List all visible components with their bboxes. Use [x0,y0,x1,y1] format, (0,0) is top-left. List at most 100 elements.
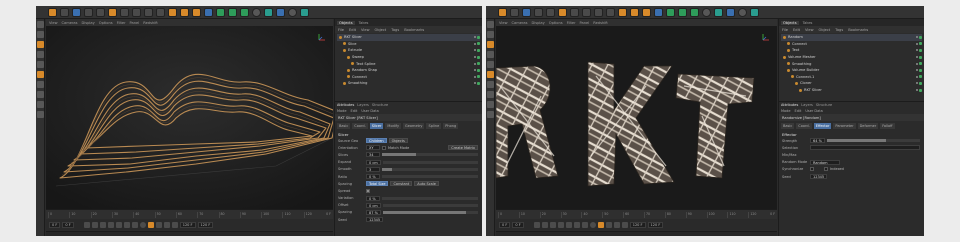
record-icon[interactable] [139,222,146,228]
object-row[interactable]: Connect [337,74,480,81]
tab-takes[interactable]: Takes [357,21,371,25]
next-frame-icon[interactable] [115,222,122,228]
visibility-toggles[interactable] [916,35,922,39]
live-selection-icon[interactable] [108,7,117,17]
end-frame-field[interactable]: 120 F [629,222,646,228]
go-to-start-icon[interactable] [533,222,540,228]
ratio-slider[interactable] [382,175,478,179]
redo-icon[interactable] [510,7,519,17]
axis-mode-icon[interactable] [486,81,494,88]
move-tool-icon[interactable] [72,7,81,17]
viewport-menu-cameras[interactable]: Cameras [512,21,528,25]
visibility-toggles[interactable] [916,48,922,52]
scale-tool-icon[interactable] [84,7,93,17]
object-row[interactable]: Sweep [337,54,480,61]
am-menu-mode[interactable]: Mode [781,109,791,113]
pen-spline-icon[interactable] [666,7,675,17]
object-row[interactable]: Slice [337,41,480,48]
visibility-toggles[interactable] [474,81,480,85]
object-row[interactable]: Connect [781,41,922,48]
deformer-icon[interactable] [702,7,711,17]
om-menu-edit[interactable]: Edit [349,28,356,32]
tab-structure[interactable]: Structure [372,103,388,107]
viewport-menu-panel[interactable]: Panel [130,21,140,25]
om-menu-bookmarks[interactable]: Bookmarks [404,28,424,32]
am-menu-edit[interactable]: Edit [795,109,802,113]
viewport-menu-filter[interactable]: Filter [117,21,126,25]
spread-checkbox[interactable] [366,188,370,193]
am-menu-edit[interactable]: Edit [351,109,358,113]
object-row[interactable]: Random Shap [337,67,480,74]
object-row[interactable]: Cloner [781,80,922,87]
tab-objects[interactable]: Objects [337,20,355,25]
next-frame-icon[interactable] [565,222,572,228]
smooth-field[interactable]: 3 [366,166,380,172]
cube-icon[interactable] [204,7,213,17]
visibility-toggles[interactable] [916,42,922,46]
object-row[interactable]: Volume Builder [781,67,922,74]
om-menu-file[interactable]: File [338,28,344,32]
render-settings-icon[interactable] [192,7,201,17]
deformer-icon[interactable] [252,7,261,17]
expand-slider[interactable] [382,160,478,164]
slices-field[interactable]: 34 [366,152,380,158]
current-frame-field[interactable]: 0 F [512,222,524,228]
visibility-toggles[interactable] [474,75,480,79]
redshift-icon[interactable] [750,7,759,17]
viewport-menu-display[interactable]: Display [532,21,545,25]
rotate-tool-icon[interactable] [546,7,555,17]
next-key-icon[interactable] [573,222,580,228]
random-mode-dropdown[interactable]: Random [810,159,840,165]
timeline-ruler[interactable]: 0 10 20 30 40 50 60 70 80 90 100 110 120… [46,209,333,219]
viewport-menu-panel[interactable]: Panel [580,21,590,25]
match-mode-checkbox[interactable] [382,145,386,150]
camera-icon[interactable] [276,7,285,17]
workplane-icon[interactable] [486,101,494,108]
viewport[interactable] [46,26,333,209]
viewport-menu-view[interactable]: View [499,21,508,25]
move-tool-icon[interactable] [522,7,531,17]
previous-key-icon[interactable] [91,222,98,228]
autokey-icon[interactable] [597,222,604,228]
object-row[interactable]: Extrude [337,47,480,54]
spacing-slider[interactable] [382,210,478,214]
viewport-menu-display[interactable]: Display [82,21,95,25]
z-axis-icon[interactable] [144,7,153,17]
seed-field[interactable]: 12345 [366,217,384,223]
go-to-start-icon[interactable] [83,222,90,228]
texture-mode-icon[interactable] [486,41,494,48]
redshift-icon[interactable] [300,7,309,17]
subdivision-icon[interactable] [228,7,237,17]
x-axis-icon[interactable] [120,7,129,17]
visibility-toggles[interactable] [916,55,922,59]
tab-objects[interactable]: Objects [781,20,799,25]
visibility-toggles[interactable] [916,75,922,79]
spacing-field[interactable]: 87 % [366,209,381,215]
visibility-toggles[interactable] [474,35,480,39]
tab-modify[interactable]: Modify [385,123,402,129]
current-frame-field[interactable]: 0 F [62,222,74,228]
object-row[interactable]: RKT Slicer [781,87,922,94]
scale-tool-icon[interactable] [534,7,543,17]
visibility-toggles[interactable] [474,62,480,66]
undo-icon[interactable] [48,7,57,17]
tab-slicer[interactable]: Slicer [369,123,384,129]
viewport-menu-filter[interactable]: Filter [567,21,576,25]
objects-button[interactable]: Objects [388,138,408,144]
children-button[interactable]: Children [366,138,387,144]
visibility-toggles[interactable] [916,68,922,72]
om-menu-tags[interactable]: Tags [391,28,399,32]
ratio-field[interactable]: 0 % [366,174,380,180]
render-view-icon[interactable] [618,7,627,17]
render-view-icon[interactable] [168,7,177,17]
om-menu-bookmarks[interactable]: Bookmarks [848,28,868,32]
y-axis-icon[interactable] [132,7,141,17]
om-menu-tags[interactable]: Tags [835,28,843,32]
record-icon[interactable] [589,222,596,228]
snap-icon[interactable] [36,91,44,98]
y-axis-icon[interactable] [582,7,591,17]
previous-key-icon[interactable] [541,222,548,228]
indexed-checkbox[interactable] [824,167,828,172]
tab-phong[interactable]: Phong [443,123,459,129]
tab-basic[interactable]: Basic [337,123,351,129]
